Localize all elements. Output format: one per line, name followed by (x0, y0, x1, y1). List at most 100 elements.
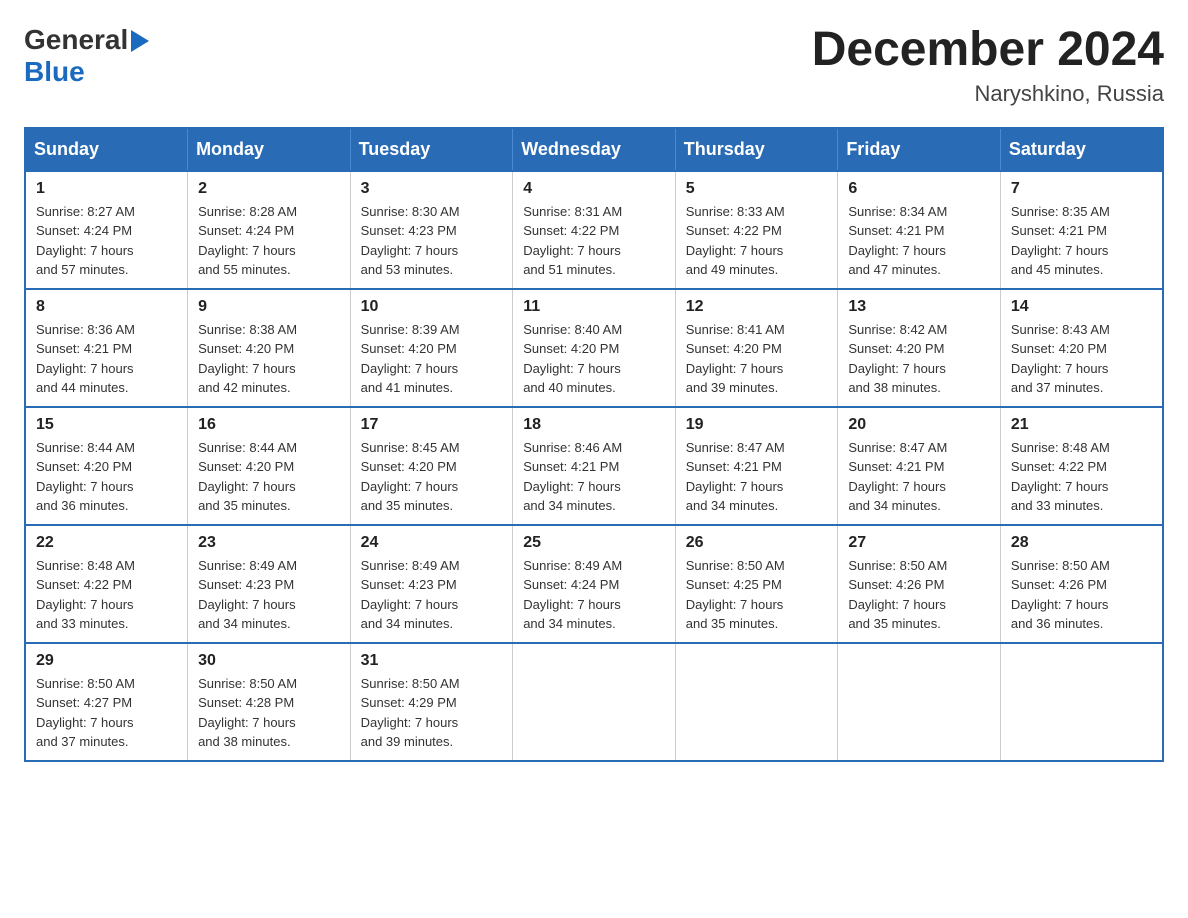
day-info: Sunrise: 8:44 AM Sunset: 4:20 PM Dayligh… (198, 438, 340, 516)
day-info: Sunrise: 8:43 AM Sunset: 4:20 PM Dayligh… (1011, 320, 1152, 398)
day-info: Sunrise: 8:36 AM Sunset: 4:21 PM Dayligh… (36, 320, 177, 398)
logo: General Blue (24, 24, 149, 88)
day-number: 22 (36, 534, 177, 552)
day-info: Sunrise: 8:47 AM Sunset: 4:21 PM Dayligh… (686, 438, 828, 516)
day-info: Sunrise: 8:50 AM Sunset: 4:28 PM Dayligh… (198, 674, 340, 752)
day-info: Sunrise: 8:34 AM Sunset: 4:21 PM Dayligh… (848, 202, 990, 280)
calendar-cell (1000, 643, 1163, 761)
day-number: 17 (361, 416, 503, 434)
header-tuesday: Tuesday (350, 128, 513, 171)
day-info: Sunrise: 8:31 AM Sunset: 4:22 PM Dayligh… (523, 202, 665, 280)
calendar-cell: 29Sunrise: 8:50 AM Sunset: 4:27 PM Dayli… (25, 643, 188, 761)
calendar-cell (675, 643, 838, 761)
calendar-cell: 8 Sunrise: 8:36 AM Sunset: 4:21 PM Daylig… (25, 289, 188, 407)
day-info: Sunrise: 8:42 AM Sunset: 4:20 PM Dayligh… (848, 320, 990, 398)
day-info: Sunrise: 8:48 AM Sunset: 4:22 PM Dayligh… (36, 556, 177, 634)
calendar-cell: 31 Sunrise: 8:50 AM Sunset: 4:29 PM Dayli… (350, 643, 513, 761)
calendar-cell: 20 Sunrise: 8:47 AM Sunset: 4:21 PM Dayli… (838, 407, 1001, 525)
day-info: Sunrise: 8:50 AM Sunset: 4:26 PM Dayligh… (848, 556, 990, 634)
day-number: 2 (198, 180, 340, 198)
day-number: 18 (523, 416, 665, 434)
day-info: Sunrise: 8:48 AM Sunset: 4:22 PM Dayligh… (1011, 438, 1152, 516)
day-number: 8 (36, 298, 177, 316)
day-number: 5 (686, 180, 828, 198)
calendar-cell: 1Sunrise: 8:27 AM Sunset: 4:24 PM Daylig… (25, 171, 188, 289)
day-number: 21 (1011, 416, 1152, 434)
calendar-cell: 9Sunrise: 8:38 AM Sunset: 4:20 PM Daylig… (188, 289, 351, 407)
calendar-cell: 22 Sunrise: 8:48 AM Sunset: 4:22 PM Dayli… (25, 525, 188, 643)
day-number: 15 (36, 416, 177, 434)
calendar-cell: 18 Sunrise: 8:46 AM Sunset: 4:21 PM Dayli… (513, 407, 676, 525)
day-number: 9 (198, 298, 340, 316)
day-info: Sunrise: 8:50 AM Sunset: 4:27 PM Dayligh… (36, 674, 177, 752)
calendar-cell: 30Sunrise: 8:50 AM Sunset: 4:28 PM Dayli… (188, 643, 351, 761)
calendar-cell: 16 Sunrise: 8:44 AM Sunset: 4:20 PM Dayli… (188, 407, 351, 525)
day-number: 11 (523, 298, 665, 316)
calendar-cell (838, 643, 1001, 761)
calendar-cell: 23 Sunrise: 8:49 AM Sunset: 4:23 PM Dayli… (188, 525, 351, 643)
day-number: 3 (361, 180, 503, 198)
calendar-cell: 28Sunrise: 8:50 AM Sunset: 4:26 PM Dayli… (1000, 525, 1163, 643)
day-info: Sunrise: 8:50 AM Sunset: 4:29 PM Dayligh… (361, 674, 503, 752)
header-wednesday: Wednesday (513, 128, 676, 171)
day-number: 13 (848, 298, 990, 316)
calendar-cell: 26 Sunrise: 8:50 AM Sunset: 4:25 PM Dayli… (675, 525, 838, 643)
day-info: Sunrise: 8:44 AM Sunset: 4:20 PM Dayligh… (36, 438, 177, 516)
logo-arrow-icon (131, 30, 149, 52)
day-number: 16 (198, 416, 340, 434)
day-number: 7 (1011, 180, 1152, 198)
calendar-week-row: 8 Sunrise: 8:36 AM Sunset: 4:21 PM Daylig… (25, 289, 1163, 407)
day-info: Sunrise: 8:50 AM Sunset: 4:25 PM Dayligh… (686, 556, 828, 634)
header-friday: Friday (838, 128, 1001, 171)
day-number: 25 (523, 534, 665, 552)
day-number: 24 (361, 534, 503, 552)
day-info: Sunrise: 8:45 AM Sunset: 4:20 PM Dayligh… (361, 438, 503, 516)
day-info: Sunrise: 8:33 AM Sunset: 4:22 PM Dayligh… (686, 202, 828, 280)
calendar-week-row: 1Sunrise: 8:27 AM Sunset: 4:24 PM Daylig… (25, 171, 1163, 289)
day-number: 20 (848, 416, 990, 434)
calendar-cell: 5 Sunrise: 8:33 AM Sunset: 4:22 PM Daylig… (675, 171, 838, 289)
day-number: 6 (848, 180, 990, 198)
day-number: 23 (198, 534, 340, 552)
calendar-cell (513, 643, 676, 761)
calendar-cell: 6 Sunrise: 8:34 AM Sunset: 4:21 PM Daylig… (838, 171, 1001, 289)
logo-general-text: General (24, 24, 128, 56)
day-info: Sunrise: 8:40 AM Sunset: 4:20 PM Dayligh… (523, 320, 665, 398)
day-number: 27 (848, 534, 990, 552)
calendar-cell: 11 Sunrise: 8:40 AM Sunset: 4:20 PM Dayli… (513, 289, 676, 407)
day-number: 14 (1011, 298, 1152, 316)
day-number: 1 (36, 180, 177, 198)
calendar-table: SundayMondayTuesdayWednesdayThursdayFrid… (24, 127, 1164, 762)
day-number: 10 (361, 298, 503, 316)
calendar-cell: 3 Sunrise: 8:30 AM Sunset: 4:23 PM Daylig… (350, 171, 513, 289)
calendar-week-row: 22 Sunrise: 8:48 AM Sunset: 4:22 PM Dayli… (25, 525, 1163, 643)
day-number: 31 (361, 652, 503, 670)
calendar-cell: 25 Sunrise: 8:49 AM Sunset: 4:24 PM Dayli… (513, 525, 676, 643)
calendar-cell: 17 Sunrise: 8:45 AM Sunset: 4:20 PM Dayli… (350, 407, 513, 525)
logo-blue-text: Blue (24, 56, 85, 88)
title-block: December 2024 Naryshkino, Russia (812, 24, 1164, 107)
day-info: Sunrise: 8:47 AM Sunset: 4:21 PM Dayligh… (848, 438, 990, 516)
day-info: Sunrise: 8:28 AM Sunset: 4:24 PM Dayligh… (198, 202, 340, 280)
header-monday: Monday (188, 128, 351, 171)
calendar-week-row: 15 Sunrise: 8:44 AM Sunset: 4:20 PM Dayli… (25, 407, 1163, 525)
calendar-cell: 19Sunrise: 8:47 AM Sunset: 4:21 PM Dayli… (675, 407, 838, 525)
day-info: Sunrise: 8:49 AM Sunset: 4:24 PM Dayligh… (523, 556, 665, 634)
day-info: Sunrise: 8:30 AM Sunset: 4:23 PM Dayligh… (361, 202, 503, 280)
day-number: 12 (686, 298, 828, 316)
page-header: General Blue December 2024 Naryshkino, R… (24, 24, 1164, 107)
day-info: Sunrise: 8:49 AM Sunset: 4:23 PM Dayligh… (198, 556, 340, 634)
header-thursday: Thursday (675, 128, 838, 171)
calendar-cell: 10 Sunrise: 8:39 AM Sunset: 4:20 PM Dayli… (350, 289, 513, 407)
calendar-cell: 24Sunrise: 8:49 AM Sunset: 4:23 PM Dayli… (350, 525, 513, 643)
calendar-cell: 13 Sunrise: 8:42 AM Sunset: 4:20 PM Dayli… (838, 289, 1001, 407)
day-number: 26 (686, 534, 828, 552)
calendar-title: December 2024 (812, 24, 1164, 77)
calendar-cell: 12Sunrise: 8:41 AM Sunset: 4:20 PM Dayli… (675, 289, 838, 407)
calendar-cell: 2 Sunrise: 8:28 AM Sunset: 4:24 PM Daylig… (188, 171, 351, 289)
day-info: Sunrise: 8:50 AM Sunset: 4:26 PM Dayligh… (1011, 556, 1152, 634)
calendar-cell: 7Sunrise: 8:35 AM Sunset: 4:21 PM Daylig… (1000, 171, 1163, 289)
day-info: Sunrise: 8:46 AM Sunset: 4:21 PM Dayligh… (523, 438, 665, 516)
day-info: Sunrise: 8:39 AM Sunset: 4:20 PM Dayligh… (361, 320, 503, 398)
header-saturday: Saturday (1000, 128, 1163, 171)
